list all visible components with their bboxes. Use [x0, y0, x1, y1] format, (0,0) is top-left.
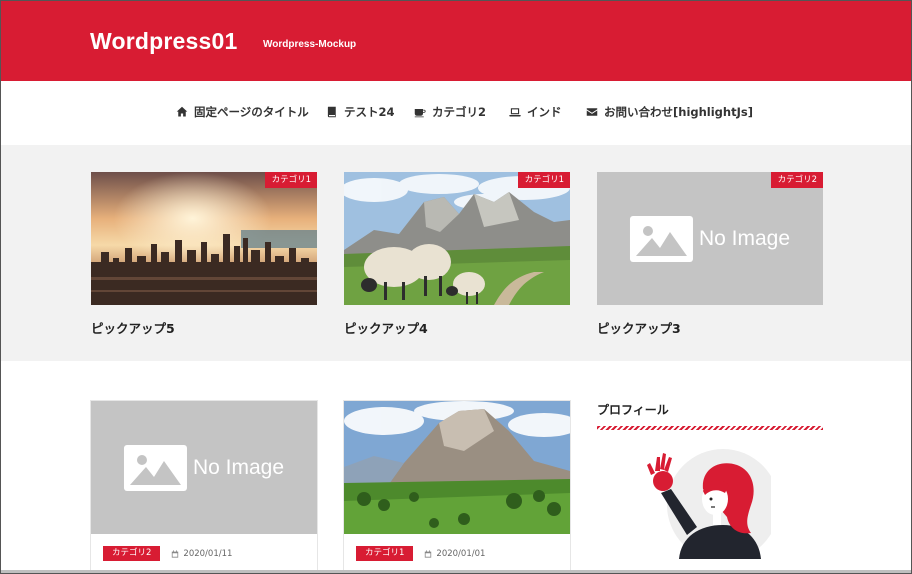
category-tag[interactable]: カテゴリ1	[517, 172, 570, 188]
post-date: 2020/01/11	[171, 549, 232, 559]
post-date-text: 2020/01/11	[183, 548, 233, 559]
mountain-valley-photo	[344, 401, 570, 534]
nav-item-category2[interactable]: カテゴリ2	[414, 103, 486, 121]
site-header: Wordpress01 Wordpress-Mockup	[1, 1, 911, 81]
pickup-card-title[interactable]: ピックアップ5	[91, 318, 175, 337]
nav-item-india[interactable]: インド	[509, 103, 562, 121]
window-bottom-scrollbar	[1, 570, 911, 573]
nav-item-label: インド	[527, 105, 562, 119]
pickup-card-title[interactable]: ピックアップ4	[344, 318, 428, 337]
nav-item-contact[interactable]: お問い合わせ[highlightJs]	[586, 103, 753, 121]
nav-item-label: お問い合わせ[highlightJs]	[604, 105, 753, 119]
site-description: Wordpress-Mockup	[263, 39, 357, 50]
category-tag[interactable]: カテゴリ1	[356, 546, 414, 561]
calendar-icon	[425, 549, 432, 558]
post-card-2[interactable]: カテゴリ1 2020/01/01	[343, 400, 571, 573]
site-title[interactable]: Wordpress01	[90, 28, 238, 55]
book-icon	[327, 106, 336, 118]
profile-avatar	[641, 449, 779, 561]
envelope-icon	[586, 108, 598, 116]
post-meta: カテゴリ1 2020/01/01	[356, 546, 485, 561]
coffee-icon	[414, 109, 426, 118]
profile-title-underline	[597, 426, 823, 430]
global-nav: 固定ページのタイトル テスト24 カテゴリ2 インド お問い合わせ[highli…	[1, 81, 911, 145]
nav-item-label: カテゴリ2	[432, 105, 487, 119]
sheep-mountains-photo: カテゴリ1	[344, 172, 570, 305]
post-date: 2020/01/01	[424, 549, 485, 559]
nav-item-label: 固定ページのタイトル	[194, 105, 309, 119]
category-tag[interactable]: カテゴリ1	[264, 172, 317, 188]
no-image-placeholder: No Image カテゴリ2	[597, 172, 823, 305]
category-tag[interactable]: カテゴリ2	[770, 172, 823, 188]
city-sunset-photo: カテゴリ1	[91, 172, 317, 305]
image-placeholder-icon	[123, 444, 187, 491]
post-meta: カテゴリ2 2020/01/11	[103, 546, 232, 561]
home-icon	[176, 106, 188, 117]
post-date-text: 2020/01/01	[436, 548, 486, 559]
pickup-card-title[interactable]: ピックアップ3	[597, 318, 681, 337]
nav-item-label: テスト24	[344, 105, 395, 119]
post-card-1[interactable]: No Image カテゴリ2 2020/01/11	[90, 400, 318, 573]
nav-item-test24[interactable]: テスト24	[326, 103, 395, 121]
pickup-section: カテゴリ1 ピックアップ5 カテゴリ1 ピックアップ4 No Image カテゴ…	[1, 145, 911, 361]
no-image-text: No Image	[698, 226, 791, 250]
calendar-icon	[172, 549, 179, 558]
image-placeholder-icon	[629, 215, 693, 262]
category-tag[interactable]: カテゴリ2	[103, 546, 161, 561]
profile-title: プロフィール	[597, 403, 669, 417]
browser-frame: Wordpress01 Wordpress-Mockup 固定ページのタイトル …	[0, 0, 912, 574]
nav-item-fixed-page[interactable]: 固定ページのタイトル	[176, 103, 309, 121]
no-image-text: No Image	[192, 455, 285, 479]
no-image-placeholder: No Image	[91, 401, 317, 534]
laptop-icon	[509, 108, 521, 117]
